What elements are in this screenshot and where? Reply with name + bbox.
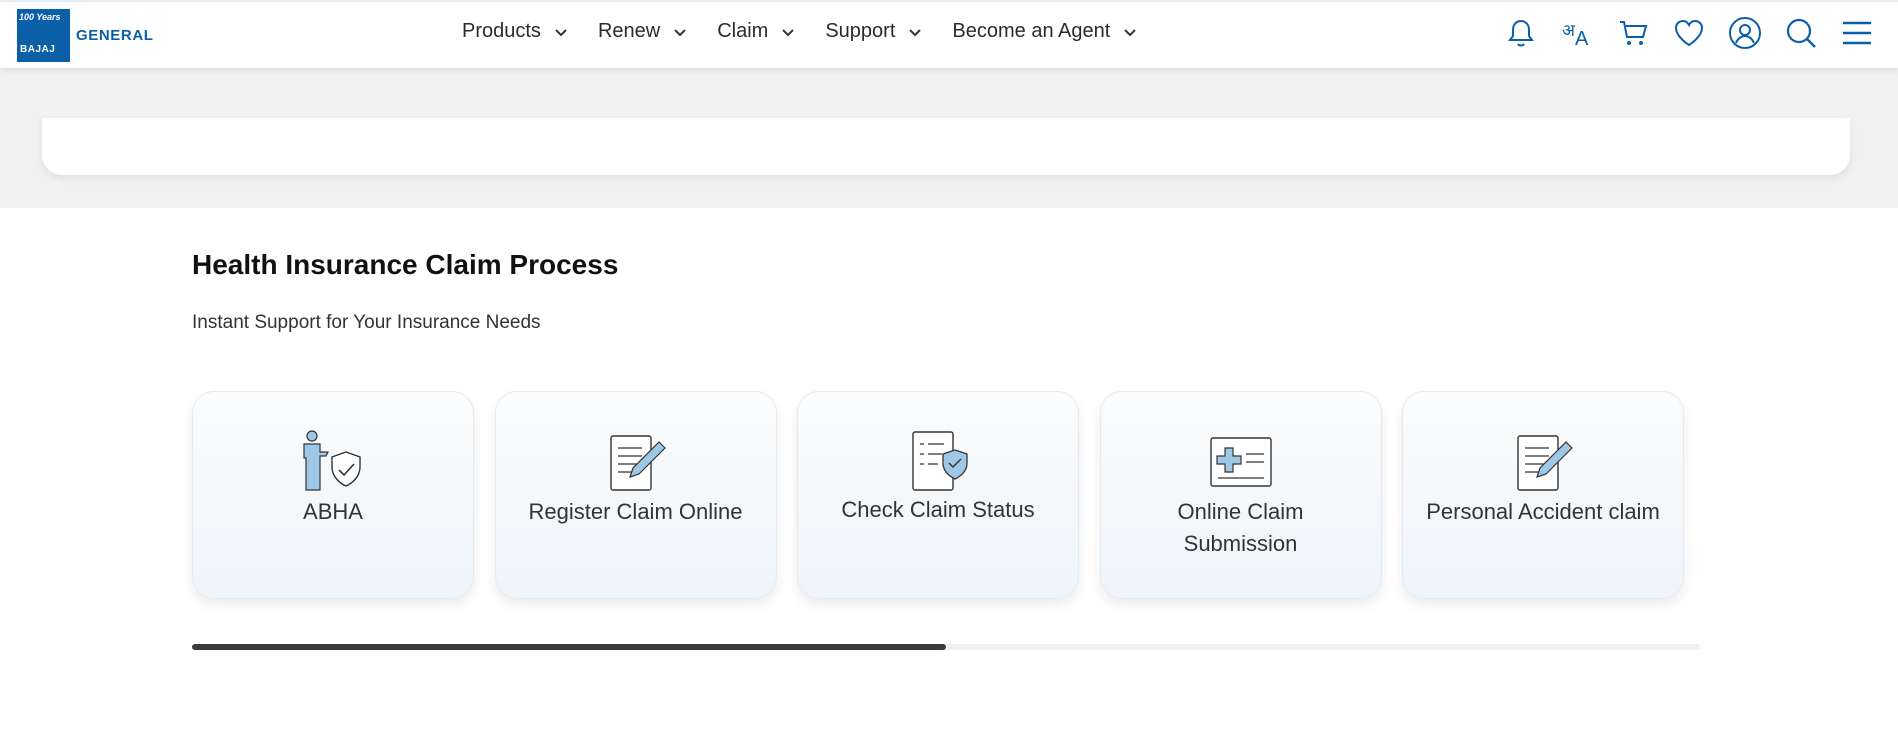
medical-card-icon — [1209, 437, 1272, 487]
document-pen-icon — [1517, 435, 1573, 491]
previous-section-card — [42, 118, 1850, 175]
main-nav: Products Renew Claim Support Become an A… — [462, 20, 1167, 43]
chevron-down-icon — [674, 28, 686, 36]
menu-icon[interactable] — [1840, 16, 1874, 50]
cart-icon[interactable] — [1616, 16, 1650, 50]
logo-years: 100 Years — [19, 12, 61, 22]
logo-badge: 100 Years BAJAJ — [17, 9, 70, 62]
card-check-claim-status[interactable]: Check Claim Status — [797, 391, 1079, 599]
header-icons: अ A — [1482, 16, 1874, 50]
nav-renew[interactable]: Renew — [598, 20, 688, 43]
document-shield-icon — [912, 431, 968, 491]
nav-become-agent[interactable]: Become an Agent — [952, 20, 1138, 43]
carousel-scroll-thumb[interactable] — [192, 644, 946, 650]
bajaj-general-logo[interactable]: 100 Years BAJAJ GENERAL — [17, 9, 154, 62]
grey-band — [0, 68, 1898, 208]
section-title: Health Insurance Claim Process — [192, 249, 619, 280]
site-header: 100 Years BAJAJ GENERAL Products Renew C… — [0, 0, 1898, 68]
card-label: Personal Accident claim — [1426, 499, 1660, 524]
nav-label: Claim — [717, 20, 769, 42]
abha-shield-person-icon — [303, 430, 361, 491]
card-register-claim-online[interactable]: Register Claim Online — [494, 391, 777, 599]
language-hi-glyph: अ — [1562, 21, 1575, 40]
section-subtitle: Instant Support for Your Insurance Needs — [192, 312, 541, 333]
claim-cards-carousel: ABHA Register Claim Online Check Claim S… — [192, 391, 1705, 599]
language-en-glyph: A — [1575, 28, 1589, 50]
chevron-down-icon — [782, 28, 795, 36]
nav-label: Become an Agent — [952, 20, 1111, 42]
heart-icon[interactable] — [1672, 16, 1706, 50]
user-icon[interactable] — [1728, 16, 1762, 50]
card-label: ABHA — [303, 499, 363, 524]
logo-brand: BAJAJ — [20, 44, 56, 55]
nav-label: Renew — [597, 20, 661, 42]
carousel-scrollbar[interactable] — [192, 644, 1700, 650]
bell-icon[interactable] — [1504, 16, 1538, 50]
logo-name: GENERAL — [76, 27, 154, 44]
nav-claim[interactable]: Claim — [717, 20, 796, 43]
card-label: Online Claim Submission — [1177, 499, 1304, 556]
nav-products[interactable]: Products — [462, 20, 569, 43]
card-abha[interactable]: ABHA — [192, 391, 474, 599]
card-label: Check Claim Status — [841, 497, 1035, 522]
chevron-down-icon — [555, 28, 567, 36]
card-personal-accident-claim[interactable]: Personal Accident claim — [1402, 391, 1684, 599]
chevron-down-icon — [909, 28, 922, 36]
card-label: Register Claim Online — [528, 499, 743, 524]
nav-label: Support — [825, 20, 896, 42]
chevron-down-icon — [1124, 28, 1136, 36]
card-online-claim-submission[interactable]: Online Claim Submission — [1099, 391, 1382, 599]
nav-label: Products — [462, 20, 541, 42]
document-pen-icon — [609, 435, 666, 491]
search-icon[interactable] — [1784, 16, 1818, 50]
nav-support[interactable]: Support — [825, 20, 923, 43]
language-icon[interactable]: अ A — [1560, 16, 1594, 50]
